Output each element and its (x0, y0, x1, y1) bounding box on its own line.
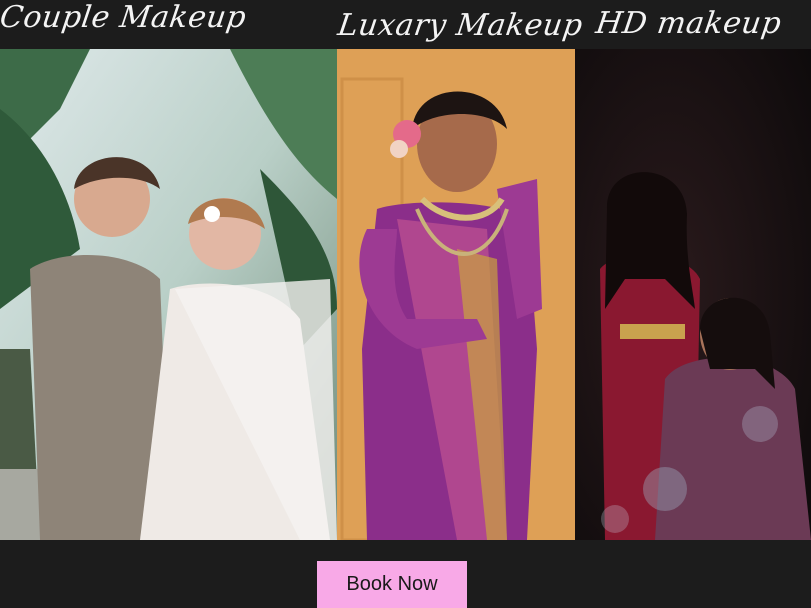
luxury-makeup-heading: Luxary Makeup (335, 8, 585, 43)
luxury-makeup-photo (337, 49, 575, 540)
book-now-button[interactable]: Book Now (317, 561, 467, 608)
couple-makeup-photo (0, 49, 337, 540)
hd-makeup-photo (575, 49, 811, 540)
couple-makeup-heading: Couple Makeup (0, 0, 249, 35)
hd-makeup-heading: HD makeup (593, 6, 784, 41)
page: Couple Makeup Luxary Makeup HD makeup Bo… (0, 0, 811, 608)
